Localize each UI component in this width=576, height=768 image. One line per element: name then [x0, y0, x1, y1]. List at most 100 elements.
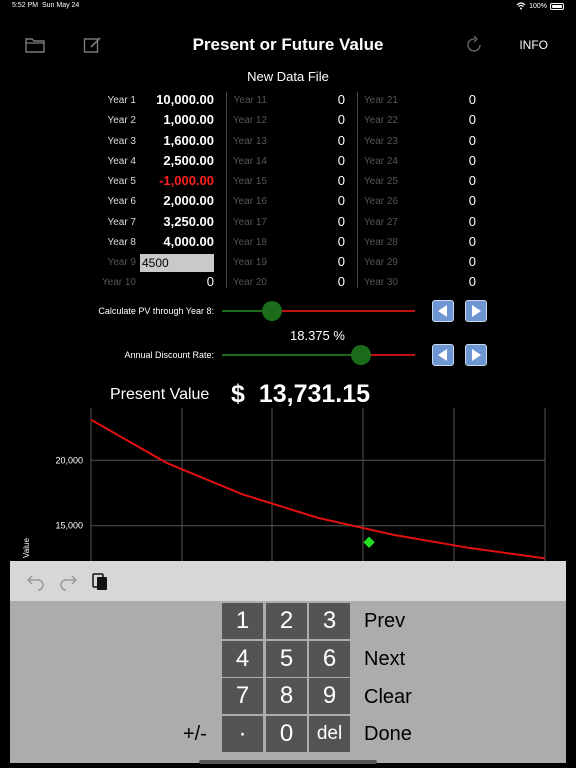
clear-key[interactable]: Clear	[364, 686, 412, 709]
years-decrement-button[interactable]	[432, 300, 454, 322]
present-value: $ 13,731.15	[231, 380, 370, 409]
year-label: Year 4	[107, 155, 136, 167]
file-title: New Data File	[247, 69, 329, 84]
page-title: Present or Future Value	[192, 35, 384, 54]
undo-icon[interactable]	[26, 571, 46, 591]
redo-icon[interactable]	[58, 571, 78, 591]
year-label: Year 1	[107, 95, 136, 106]
year-value[interactable]: 0	[265, 153, 345, 168]
years-slider-thumb[interactable]	[262, 301, 283, 321]
year-value-input[interactable]: 4500	[140, 254, 214, 272]
year-value[interactable]: 1,600.00	[134, 133, 214, 148]
pv-chart: 20,000 15,000 Value	[22, 408, 546, 561]
year-label: Year 16	[232, 196, 267, 208]
status-bar: 5:52 PM Sun May 24 100%	[0, 0, 576, 14]
year-value[interactable]: 0	[396, 274, 476, 289]
year-label: Year 10	[101, 277, 136, 289]
year-label: Year 25	[363, 176, 398, 187]
year-value[interactable]: 0	[396, 193, 476, 208]
year-value[interactable]: 0	[396, 234, 476, 249]
next-key[interactable]: Next	[364, 648, 405, 671]
year-value[interactable]: 0	[265, 274, 345, 289]
digit-key-4[interactable]: 4	[222, 641, 263, 677]
year-value[interactable]: 2,000.00	[134, 193, 214, 208]
year-label: Year 21	[363, 95, 398, 106]
decimal-key[interactable]: ·	[222, 716, 263, 752]
years-slider-track	[272, 310, 415, 312]
year-value[interactable]: -1,000.00	[134, 173, 214, 188]
year-value[interactable]: 4,000.00	[134, 234, 214, 249]
year-value[interactable]: 0	[396, 112, 476, 127]
nav-bar: Present or Future Value INFO	[0, 28, 576, 62]
left-arrow-icon	[438, 305, 447, 317]
digit-key-9[interactable]: 9	[309, 678, 350, 714]
currency-symbol: $	[231, 380, 245, 408]
year-value[interactable]: 0	[396, 133, 476, 148]
refresh-icon[interactable]	[465, 36, 485, 54]
digit-key-2[interactable]: 2	[266, 603, 307, 639]
year-label: Year 9	[107, 257, 136, 268]
year-value[interactable]: 0	[396, 254, 476, 269]
year-label: Year 3	[107, 135, 136, 147]
year-value[interactable]: 0	[396, 214, 476, 229]
year-value[interactable]: 0	[265, 214, 345, 229]
year-label: Year 28	[363, 236, 398, 248]
year-label: Year 2	[107, 115, 136, 127]
sign-toggle-key[interactable]: +/-	[183, 723, 207, 746]
column-divider	[357, 92, 358, 288]
info-button[interactable]: INFO	[519, 38, 548, 52]
rate-value: 18.375 %	[290, 328, 345, 343]
rate-slider-track-filled	[222, 354, 361, 356]
year-value[interactable]: 0	[396, 153, 476, 168]
year-label: Year 13	[232, 135, 267, 147]
year-label: Year 8	[107, 236, 136, 248]
year-label: Year 11	[233, 95, 267, 106]
status-time: 5:52 PM Sun May 24	[12, 2, 80, 9]
digit-key-5[interactable]: 5	[266, 641, 307, 677]
year-value[interactable]: 2,500.00	[134, 153, 214, 168]
left-arrow-icon	[438, 349, 447, 361]
digit-key-7[interactable]: 7	[222, 678, 263, 714]
year-label: Year 23	[363, 135, 398, 147]
battery-icon	[550, 2, 564, 10]
home-indicator	[199, 760, 377, 764]
digit-key-1[interactable]: 1	[222, 603, 263, 639]
right-arrow-icon	[472, 305, 481, 317]
y-tick-label: 20,000	[55, 455, 83, 465]
year-value[interactable]: 0	[265, 173, 345, 188]
done-key[interactable]: Done	[364, 723, 412, 746]
rate-slider-thumb[interactable]	[350, 345, 371, 365]
years-increment-button[interactable]	[465, 300, 487, 322]
year-value[interactable]: 0	[265, 234, 345, 249]
current-value-marker	[363, 536, 375, 548]
digit-key-0[interactable]: 0	[266, 716, 307, 752]
digit-key-3[interactable]: 3	[309, 603, 350, 639]
year-value[interactable]: 0	[265, 112, 345, 127]
year-label: Year 15	[232, 176, 267, 187]
rate-increment-button[interactable]	[465, 344, 487, 366]
year-value[interactable]: 0	[396, 173, 476, 188]
year-value[interactable]: 10,000.00	[134, 92, 214, 107]
present-value-amount: 13,731.15	[258, 380, 371, 408]
year-label: Year 7	[107, 216, 136, 228]
delete-key[interactable]: del	[309, 716, 350, 752]
digit-key-8[interactable]: 8	[266, 678, 307, 714]
battery-percent: 100%	[529, 2, 547, 10]
year-value[interactable]: 0	[396, 92, 476, 107]
year-label: Year 18	[232, 236, 267, 248]
year-value[interactable]: 1,000.00	[134, 112, 214, 127]
rate-decrement-button[interactable]	[432, 344, 454, 366]
prev-key[interactable]: Prev	[364, 610, 405, 633]
paste-icon[interactable]	[90, 571, 110, 591]
digit-key-6[interactable]: 6	[309, 641, 350, 677]
year-value[interactable]: 0	[265, 133, 345, 148]
year-value[interactable]: 0	[265, 193, 345, 208]
year-value[interactable]: 0	[265, 254, 345, 269]
year-label: Year 5	[107, 176, 136, 187]
year-value[interactable]: 0	[265, 92, 345, 107]
keyboard-toolbar	[10, 561, 566, 601]
year-label: Year 17	[232, 216, 267, 228]
year-value[interactable]: 0	[134, 274, 214, 289]
year-label: Year 12	[232, 115, 267, 127]
year-value[interactable]: 3,250.00	[134, 214, 214, 229]
